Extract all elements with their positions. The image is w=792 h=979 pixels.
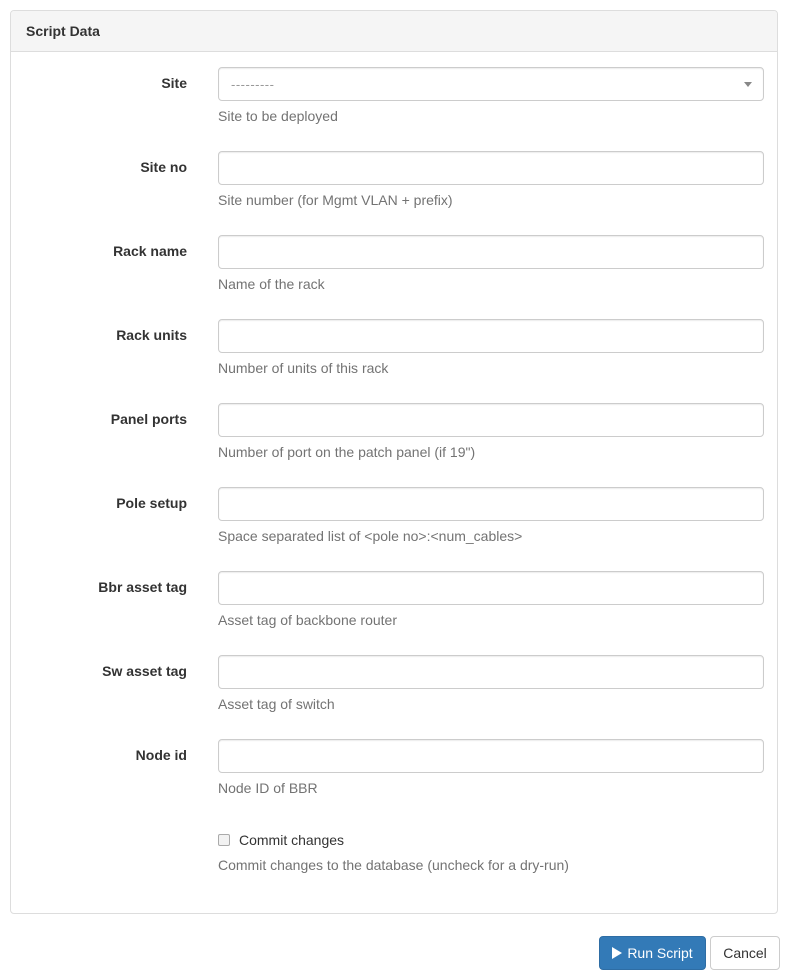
help-text: Commit changes to the database (uncheck … [218,857,569,873]
field-label: Pole setup [116,495,187,511]
cancel-button[interactable]: Cancel [710,936,780,970]
node-id-input[interactable] [218,739,764,773]
script-data-panel: Script Data Site --------- Site to be de… [10,10,778,914]
panel-title: Script Data [11,11,777,52]
help-text: Number of units of this rack [218,360,389,376]
run-script-button[interactable]: Run Script [599,936,706,970]
field-label: Site [161,75,187,91]
field-label: Rack name [113,243,187,259]
site-select[interactable]: --------- [218,67,764,101]
field-label: Rack units [116,327,187,343]
field-label: Panel ports [110,411,187,427]
help-text: Name of the rack [218,276,325,292]
commit-changes-label: Commit changes [239,832,345,848]
commit-changes-checkbox[interactable] [218,834,230,846]
help-text: Site number (for Mgmt VLAN + prefix) [218,192,453,208]
play-icon [612,947,623,959]
chevron-down-icon [744,82,752,87]
help-text: Asset tag of switch [218,696,335,712]
select-value: --------- [231,77,275,92]
site-no-input[interactable] [218,151,764,185]
sw-asset-tag-input[interactable] [218,655,764,689]
panel-ports-input[interactable] [218,403,764,437]
field-label: Bbr asset tag [98,579,187,595]
help-text: Space separated list of <pole no>:<num_c… [218,528,523,544]
commit-changes-checkbox-label[interactable]: Commit changes [218,832,344,848]
pole-setup-input[interactable] [218,487,764,521]
field-label: Sw asset tag [102,663,187,679]
bbr-asset-tag-input[interactable] [218,571,764,605]
run-script-label: Run Script [627,945,693,961]
help-text: Asset tag of backbone router [218,612,397,628]
help-text: Node ID of BBR [218,780,318,796]
rack-name-input[interactable] [218,235,764,269]
field-label: Node id [135,747,187,763]
help-text: Number of port on the patch panel (if 19… [218,444,476,460]
rack-units-input[interactable] [218,319,764,353]
help-text: Site to be deployed [218,108,338,124]
field-label: Site no [140,159,187,175]
